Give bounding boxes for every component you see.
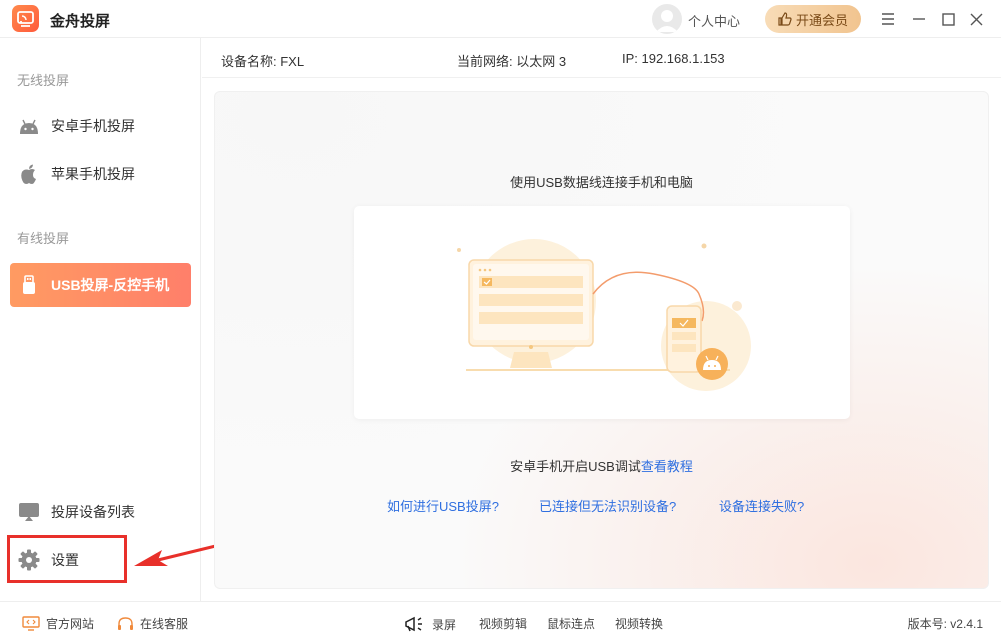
illustration-card xyxy=(354,206,850,419)
record-tool[interactable]: 录屏 xyxy=(404,615,456,633)
maximize-button[interactable] xyxy=(938,9,958,29)
annotation-highlight-box xyxy=(7,535,127,583)
faq-link-connect-failed[interactable]: 设备连接失败? xyxy=(719,496,804,515)
thumb-up-icon xyxy=(778,12,792,26)
section-title-wired: 有线投屏 xyxy=(17,231,70,246)
user-icon xyxy=(656,10,678,32)
cast-icon xyxy=(17,11,34,27)
app-logo xyxy=(12,5,39,32)
video-convert-tool[interactable]: 视频转换 xyxy=(615,615,663,632)
device-name: 设备名称: FXL xyxy=(221,54,305,69)
screen-list-icon xyxy=(18,501,40,523)
minimize-button[interactable] xyxy=(909,9,929,29)
hint-text: 安卓手机开启USB调试 xyxy=(510,459,641,474)
usb-debug-hint: 安卓手机开启USB调试查看教程 xyxy=(215,456,988,475)
sidebar: 无线投屏 安卓手机投屏 苹果手机投屏 有线投屏 USB投屏-反控手机 投屏设备列… xyxy=(0,38,201,601)
sidebar-item-label: 苹果手机投屏 xyxy=(51,166,135,182)
tutorial-link[interactable]: 查看教程 xyxy=(641,459,693,474)
usb-icon xyxy=(18,274,40,296)
usb-heading: 使用USB数据线连接手机和电脑 xyxy=(510,175,693,190)
website-link[interactable]: 官方网站 xyxy=(22,615,94,632)
avatar[interactable] xyxy=(652,4,682,34)
headset-icon xyxy=(117,616,134,632)
sidebar-item-label: USB投屏-反控手机 xyxy=(51,277,170,293)
usb-connection-illustration xyxy=(457,239,751,391)
version-label: 版本号: v2.4.1 xyxy=(907,617,983,631)
sidebar-item-device-list[interactable]: 投屏设备列表 xyxy=(10,490,191,534)
vip-label: 开通会员 xyxy=(795,12,848,28)
ip-address: IP: 192.168.1.153 xyxy=(622,51,725,66)
title-bar: 金舟投屏 个人中心 开通会员 xyxy=(0,0,1001,38)
menu-button[interactable] xyxy=(878,9,898,29)
user-center-link[interactable]: 个人中心 xyxy=(688,11,740,30)
website-label: 官方网站 xyxy=(46,617,95,631)
faq-link-how-to[interactable]: 如何进行USB投屏? xyxy=(387,496,499,515)
maximize-icon xyxy=(941,12,955,26)
sidebar-item-label: 投屏设备列表 xyxy=(51,504,135,520)
sidebar-item-usb[interactable]: USB投屏-反控手机 xyxy=(10,263,191,307)
network-info: 当前网络: 以太网 3 xyxy=(457,54,567,69)
support-label: 在线客服 xyxy=(140,617,189,631)
minimize-icon xyxy=(913,18,925,20)
record-label: 录屏 xyxy=(432,617,457,632)
monitor-icon xyxy=(22,616,40,631)
app-title: 金舟投屏 xyxy=(50,13,111,30)
sidebar-item-label: 安卓手机投屏 xyxy=(51,118,135,134)
section-title-wireless: 无线投屏 xyxy=(17,73,70,88)
megaphone-icon xyxy=(404,615,426,633)
info-bar: 设备名称: FXL 当前网络: 以太网 3 IP: 192.168.1.153 xyxy=(202,38,1001,78)
close-icon xyxy=(970,13,982,25)
main-panel: 使用USB数据线连接手机和电脑 安卓手机开启USB调试查看教程 如何进行USB投… xyxy=(214,91,989,589)
apple-icon xyxy=(18,163,40,185)
sidebar-item-android[interactable]: 安卓手机投屏 xyxy=(10,104,191,148)
video-edit-tool[interactable]: 视频剪辑 xyxy=(479,615,527,632)
support-link[interactable]: 在线客服 xyxy=(117,615,188,632)
mouse-click-tool[interactable]: 鼠标连点 xyxy=(547,615,595,632)
faq-link-not-recognized[interactable]: 已连接但无法识别设备? xyxy=(539,496,676,515)
android-icon xyxy=(18,115,40,137)
sidebar-item-apple[interactable]: 苹果手机投屏 xyxy=(10,152,191,196)
close-button[interactable] xyxy=(966,9,986,29)
menu-icon xyxy=(882,13,894,25)
vip-button[interactable]: 开通会员 xyxy=(765,5,861,33)
bottom-bar: 官方网站 在线客服 录屏 视频剪辑 鼠标连点 视频转换 版本号: v2.4.1 xyxy=(0,601,1001,641)
